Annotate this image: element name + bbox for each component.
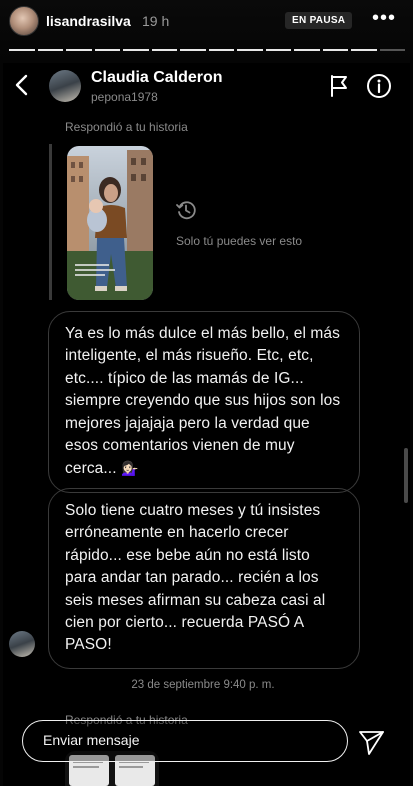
only-you-can-see-label: Solo tú puedes ver esto (176, 234, 303, 248)
sender-avatar (9, 631, 35, 657)
progress-segment-pending (379, 49, 405, 51)
send-message-bar[interactable] (22, 720, 348, 762)
progress-segment (294, 49, 320, 51)
scroll-indicator (404, 448, 408, 503)
date-separator: 23 de septiembre 9:40 p. m. (131, 679, 275, 691)
message-text: Solo tiene cuatro meses y tú insistes er… (65, 502, 326, 654)
contact-name[interactable]: Claudia Calderon (91, 69, 223, 87)
story-viewer: lisandrasilva 19 h EN PAUSA ••• Claudia … (0, 0, 413, 786)
progress-segment (123, 49, 149, 51)
progress-segment (351, 49, 377, 51)
replied-to-story-label: Respondió a tu historia (65, 120, 188, 134)
flag-icon[interactable] (328, 74, 350, 98)
message-bubble[interactable]: Solo tiene cuatro meses y tú insistes er… (48, 488, 360, 669)
history-icon (176, 201, 196, 220)
contact-handle: pepona1978 (91, 90, 158, 104)
story-avatar[interactable] (9, 6, 39, 36)
send-icon[interactable] (356, 727, 386, 757)
message-bubble[interactable]: Ya es lo más dulce el más bello, el más … (48, 311, 360, 493)
info-icon[interactable] (366, 73, 392, 99)
chevron-left-icon[interactable] (11, 73, 33, 97)
story-header: lisandrasilva 19 h EN PAUSA ••• (0, 0, 413, 60)
progress-segment (322, 49, 348, 51)
dm-screenshot: Claudia Calderon pepona1978 Respondió a … (3, 63, 410, 786)
more-options-icon[interactable]: ••• (372, 8, 396, 28)
contact-avatar[interactable] (49, 70, 81, 102)
story-thumbnail[interactable] (67, 146, 153, 300)
progress-segment (208, 49, 234, 51)
story-progress-bar (9, 49, 405, 52)
progress-segment (66, 49, 92, 51)
progress-segment (151, 49, 177, 51)
message-text: Ya es lo más dulce el más bello, el más … (65, 325, 341, 478)
progress-segment (94, 49, 120, 51)
send-message-input[interactable] (43, 732, 323, 748)
story-photo (67, 146, 153, 300)
progress-segment (265, 49, 291, 51)
progress-segment (37, 49, 63, 51)
progress-segment (237, 49, 263, 51)
woman-tipping-hand-emoji: 💁🏻‍♀️ (121, 460, 139, 477)
reply-quote-line (49, 144, 52, 300)
story-username[interactable]: lisandrasilva (46, 13, 131, 29)
dm-header: Claudia Calderon pepona1978 (3, 63, 410, 111)
story-timestamp: 19 h (142, 13, 170, 29)
progress-segment (9, 49, 35, 51)
paused-badge: EN PAUSA (285, 12, 353, 29)
progress-segment (180, 49, 206, 51)
